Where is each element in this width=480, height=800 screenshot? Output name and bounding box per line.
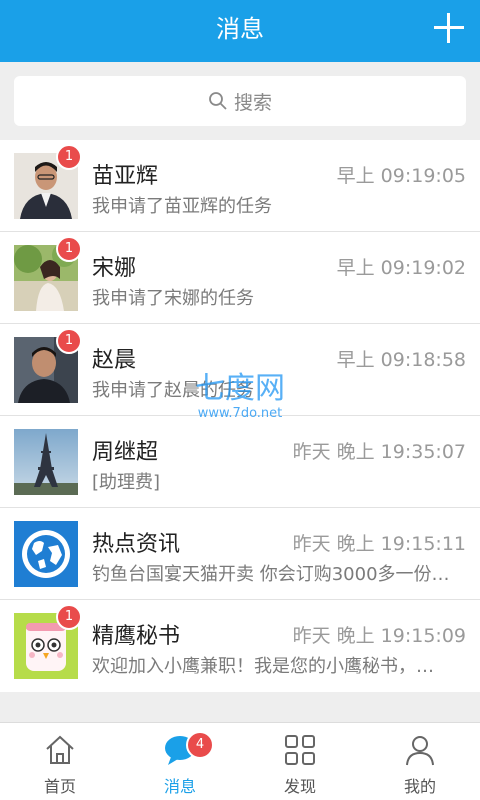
message-list: 1 苗亚辉 早上 09:19:05 我申请了苗亚辉的任务 1 宋娜 早上 09:… [0, 140, 480, 692]
unread-badge: 1 [56, 236, 82, 262]
message-preview: 我申请了苗亚辉的任务 [92, 196, 272, 217]
message-preview: 我申请了宋娜的任务 [92, 288, 254, 309]
message-preview: 欢迎加入小鹰兼职！我是您的小鹰秘书，… [92, 656, 434, 677]
tab-label: 消息 [163, 777, 196, 796]
unread-badge: 1 [56, 328, 82, 354]
search-icon [209, 92, 227, 110]
search-placeholder: 搜索 [233, 91, 272, 114]
bottom-tab-bar: 首页 4 消息 发现 我的 [0, 722, 480, 800]
tab-home[interactable]: 首页 [0, 723, 120, 800]
contact-name: 热点资讯 [92, 532, 181, 557]
message-time: 昨天 晚上 19:15:11 [292, 533, 466, 555]
tab-badge: 4 [186, 731, 214, 759]
grid-icon [285, 735, 315, 765]
contact-name: 周继超 [92, 440, 159, 465]
unread-badge: 1 [56, 144, 82, 170]
message-time: 早上 09:19:02 [336, 257, 466, 279]
message-preview: [助理费] [92, 472, 161, 493]
page-title: 消息 [216, 15, 264, 43]
contact-name: 苗亚辉 [92, 164, 159, 189]
person-icon [406, 736, 434, 766]
message-time: 昨天 晚上 19:35:07 [292, 441, 466, 463]
unread-badge: 1 [56, 604, 82, 630]
message-item[interactable]: 热点资讯 昨天 晚上 19:15:11 钓鱼台国宴天猫开卖 你会订购3000多一… [0, 508, 480, 600]
contact-name: 赵晨 [92, 348, 137, 373]
message-preview: 钓鱼台国宴天猫开卖 你会订购3000多一份… [92, 564, 450, 585]
tab-profile[interactable]: 我的 [360, 723, 480, 800]
tab-label: 首页 [43, 777, 76, 796]
search-input[interactable]: 搜索 [14, 76, 466, 126]
message-time: 早上 09:19:05 [336, 165, 466, 187]
message-time: 早上 09:18:58 [336, 349, 466, 371]
message-item[interactable]: 1 苗亚辉 早上 09:19:05 我申请了苗亚辉的任务 [0, 140, 480, 232]
tab-label: 发现 [283, 777, 316, 796]
message-time: 昨天 晚上 19:15:09 [292, 625, 466, 647]
search-section: 搜索 [0, 62, 480, 140]
home-icon [46, 735, 74, 764]
contact-name: 精鹰秘书 [92, 624, 181, 649]
tab-discover[interactable]: 发现 [240, 723, 360, 800]
contact-name: 宋娜 [92, 256, 137, 281]
tab-messages[interactable]: 4 消息 [120, 723, 240, 800]
add-icon[interactable] [432, 11, 466, 45]
globe-icon [14, 521, 78, 587]
message-item[interactable]: 1 宋娜 早上 09:19:02 我申请了宋娜的任务 [0, 232, 480, 324]
message-item[interactable]: 周继超 昨天 晚上 19:35:07 [助理费] [0, 416, 480, 508]
message-item[interactable]: 1 精鹰秘书 昨天 晚上 19:15:09 欢迎加入小鹰兼职！我是您的小鹰秘书，… [0, 600, 480, 692]
tab-label: 我的 [403, 777, 436, 796]
avatar [14, 429, 78, 495]
app-header: 消息 [0, 0, 480, 62]
message-preview: 我申请了赵晨的任务 [92, 380, 254, 401]
message-item[interactable]: 1 赵晨 早上 09:18:58 我申请了赵晨的任务 [0, 324, 480, 416]
